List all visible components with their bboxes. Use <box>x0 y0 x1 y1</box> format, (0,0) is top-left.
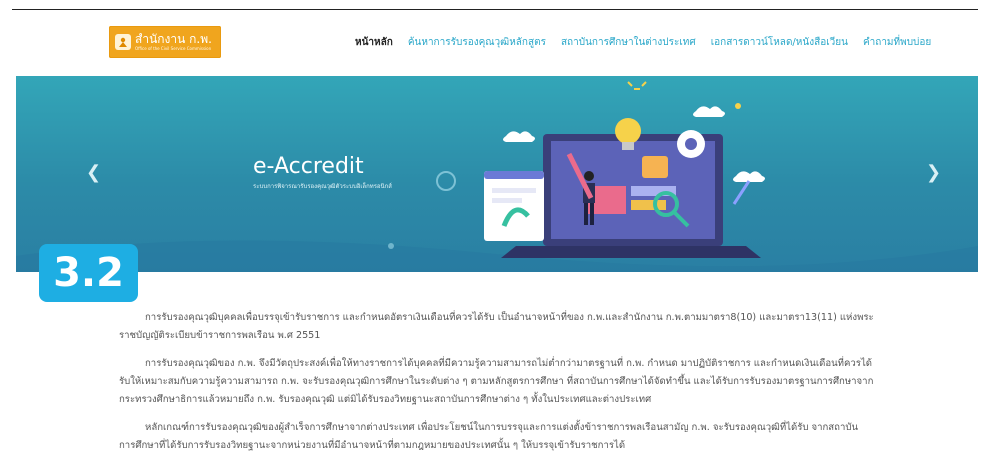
nav-downloads[interactable]: เอกสารดาวน์โหลด/หนังสือเวียน <box>711 35 848 50</box>
nav-faq[interactable]: คำถามที่พบบ่อย <box>863 35 931 50</box>
top-divider <box>12 9 978 10</box>
nav-home[interactable]: หน้าหลัก <box>355 35 393 50</box>
content-line: การรับรองคุณวุฒิบุคคลเพื่อบรรจุเข้ารับรา… <box>145 312 874 323</box>
content-line: กระทรวงศึกษาธิการแล้วหมายถึง ก.พ. รับรอง… <box>119 394 652 405</box>
section-number-badge: 3.2 <box>39 244 138 302</box>
content-line: ราชบัญญัติระเบียบข้าราชการพลเรือน พ.ศ 25… <box>119 330 321 341</box>
emblem-icon <box>115 34 131 50</box>
nav-search-accreditation[interactable]: ค้นหาการรับรองคุณวุฒิหลักสูตร <box>408 35 546 50</box>
content-line: หลักเกณฑ์การรับรองคุณวุฒิของผู้สำเร็จการ… <box>145 422 859 433</box>
content-line: การศึกษาที่ได้รับการรับรองวิทยฐานะจากหน่… <box>119 440 626 451</box>
site-logo[interactable]: สำนักงาน ก.พ. Office of the Civil Servic… <box>109 26 221 58</box>
banner-illustration <box>16 81 978 272</box>
hero-banner: ❮ ❯ e-Accredit ระบบการพิจารณารับรองคุณวุ… <box>16 76 978 272</box>
logo-title: สำนักงาน ก.พ. <box>135 32 212 46</box>
content-line: รับให้เหมาะสมกับความรู้ความสามารถ ก.พ. จ… <box>119 376 874 387</box>
logo-subtitle: Office of the Civil Service Commission <box>135 46 212 51</box>
nav-foreign-institutions[interactable]: สถาบันการศึกษาในต่างประเทศ <box>561 35 696 50</box>
content-line: การรับรองคุณวุฒิของ ก.พ. จึงมีวัตถุประสง… <box>145 358 873 369</box>
main-nav: หน้าหลัก ค้นหาการรับรองคุณวุฒิหลักสูตร ส… <box>355 35 931 50</box>
